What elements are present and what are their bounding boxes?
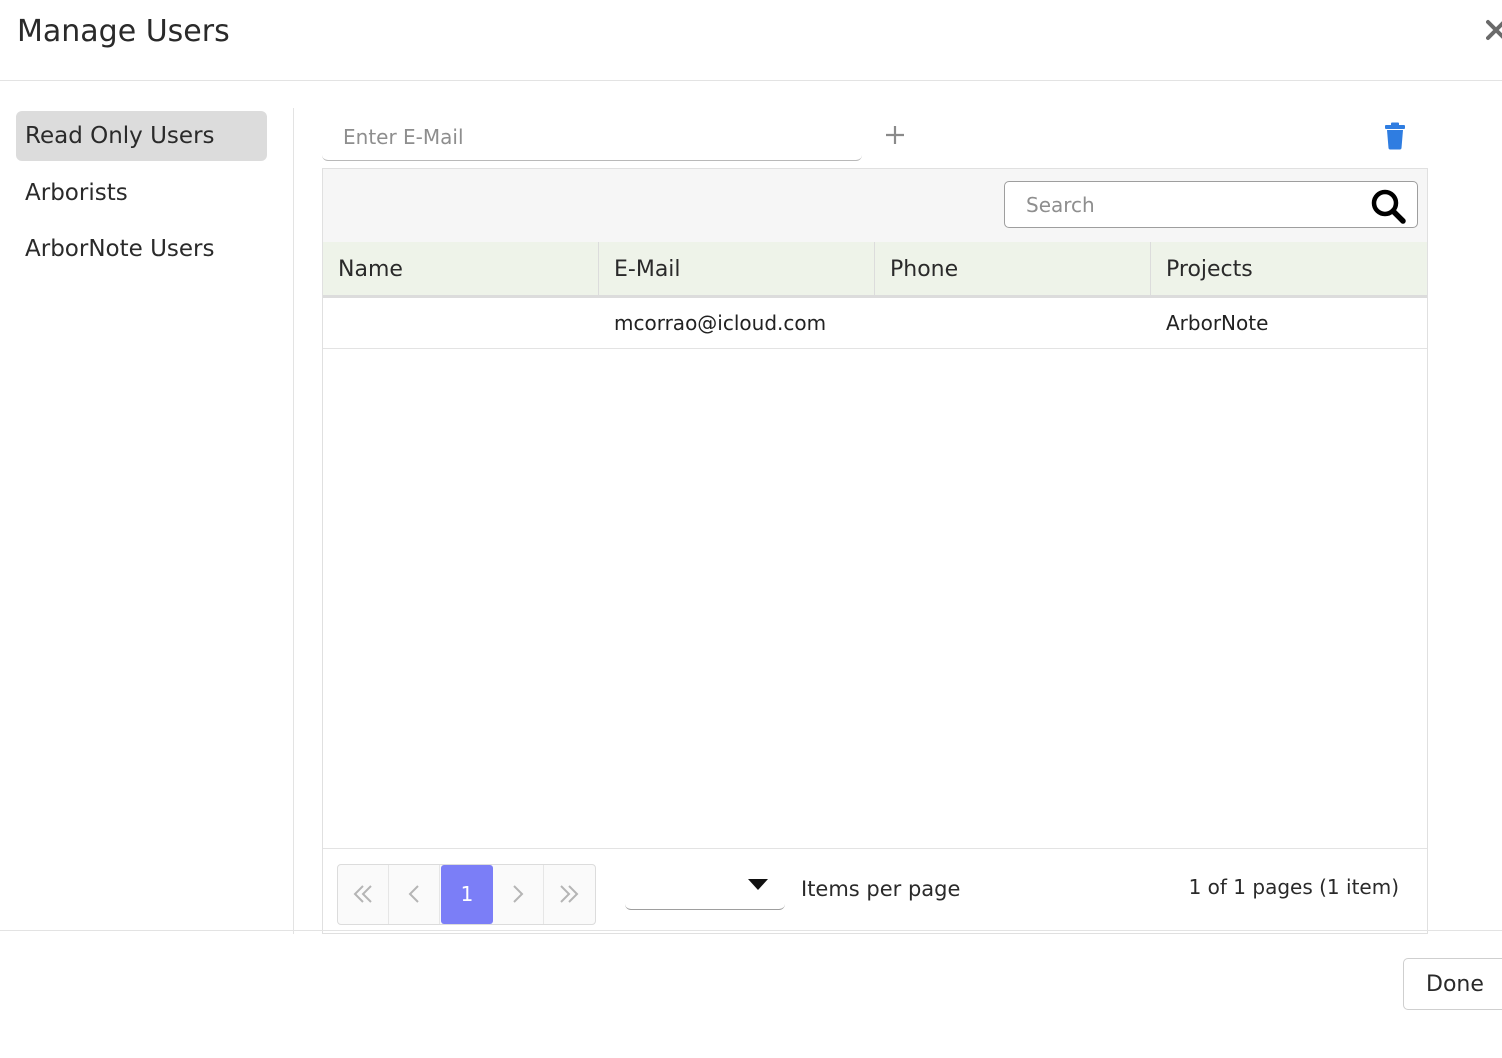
grid-pager: 1 Items per page 1 of 1 pages (1 item) xyxy=(323,848,1427,935)
search-icon[interactable] xyxy=(1369,187,1407,225)
dialog-footer: Done xyxy=(0,930,1502,1058)
last-page-icon[interactable] xyxy=(544,865,595,924)
page-number-button[interactable]: 1 xyxy=(441,865,493,924)
email-input[interactable] xyxy=(322,114,862,161)
next-page-icon[interactable] xyxy=(493,865,544,924)
cell-phone xyxy=(875,298,1151,349)
done-button[interactable]: Done xyxy=(1403,958,1502,1010)
prev-page-icon[interactable] xyxy=(389,865,440,924)
close-icon[interactable] xyxy=(1486,14,1502,44)
search-box xyxy=(1004,181,1418,228)
sidebar-item-read-only-users[interactable]: Read Only Users xyxy=(16,111,267,161)
cell-email: mcorrao@icloud.com xyxy=(614,311,827,335)
sidebar-item-arbornote-users[interactable]: ArborNote Users xyxy=(16,224,267,274)
page-size-dropdown[interactable] xyxy=(625,872,785,910)
manage-users-dialog: Manage Users Read Only Users Arborists A… xyxy=(0,0,1502,1058)
cell-projects: ArborNote xyxy=(1166,311,1269,335)
table-row[interactable]: mcorrao@icloud.com ArborNote xyxy=(323,298,1427,349)
search-input[interactable] xyxy=(1005,182,1365,227)
users-grid: Name E-Mail Phone Projects mcorrao@iclou… xyxy=(322,168,1428,934)
column-header-name[interactable]: Name xyxy=(323,242,599,295)
dialog-title: Manage Users xyxy=(17,14,230,49)
column-header-phone[interactable]: Phone xyxy=(875,242,1151,295)
items-per-page-label: Items per page xyxy=(801,877,961,901)
grid-header-row: Name E-Mail Phone Projects xyxy=(323,242,1427,298)
cell-name xyxy=(323,298,599,349)
pager-nav: 1 xyxy=(337,864,596,925)
page-info: 1 of 1 pages (1 item) xyxy=(1188,875,1399,899)
column-header-projects[interactable]: Projects xyxy=(1151,242,1427,295)
user-type-sidebar: Read Only Users Arborists ArborNote User… xyxy=(0,108,294,934)
first-page-icon[interactable] xyxy=(338,865,389,924)
caret-down-icon xyxy=(748,879,768,890)
dialog-header: Manage Users xyxy=(0,0,1502,81)
plus-icon[interactable] xyxy=(880,120,910,150)
trash-icon[interactable] xyxy=(1382,122,1408,150)
sidebar-item-arborists[interactable]: Arborists xyxy=(16,168,267,218)
grid-toolbar xyxy=(323,169,1427,242)
column-header-email[interactable]: E-Mail xyxy=(599,242,875,295)
